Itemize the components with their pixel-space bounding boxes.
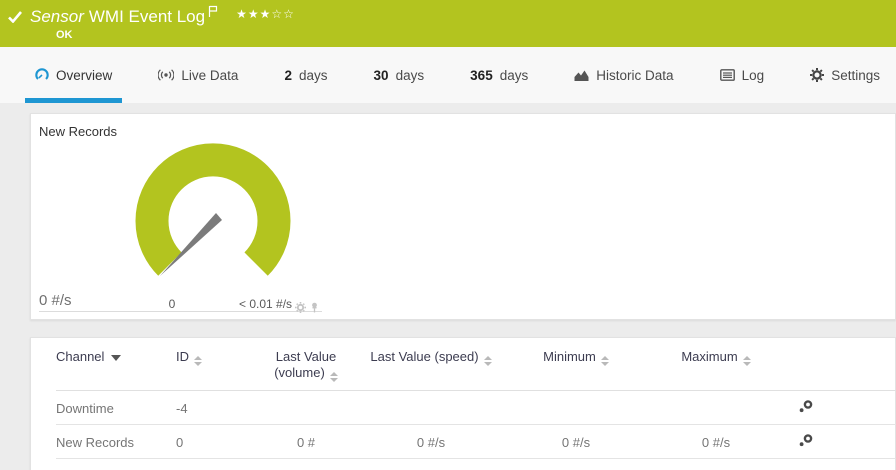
page-title: WMI Event Log [88, 7, 206, 26]
cell-last-value-volume [256, 390, 356, 425]
cell-channel[interactable]: Downtime [56, 390, 176, 425]
sort-both-icon [194, 356, 202, 366]
gauge-divider [39, 311, 322, 312]
live-signal-icon [158, 69, 175, 81]
overview-content: New Records 0 < 0.01 #/s 0 #/s Channel I… [0, 103, 896, 470]
cell-actions [786, 390, 896, 425]
tab-label: days [298, 67, 328, 83]
gauge-scale-max: < 0.01 #/s [239, 297, 293, 311]
gauge-pin-icon[interactable] [309, 300, 320, 318]
log-list-icon [719, 69, 735, 81]
tab-number: 2 [284, 67, 292, 83]
gauge-arc [135, 143, 291, 276]
header-last-value-speed[interactable]: Last Value (speed) [356, 338, 506, 391]
channel-table-panel: Channel ID Last Value (volume) Last Valu… [30, 337, 896, 470]
channel-settings-gears-icon[interactable] [798, 400, 814, 417]
cell-minimum: 0 #/s [506, 424, 646, 459]
tab-overview[interactable]: Overview [25, 47, 123, 103]
sort-desc-icon [111, 355, 122, 361]
stars-empty[interactable]: ☆☆ [271, 7, 295, 21]
channel-table: Channel ID Last Value (volume) Last Valu… [56, 338, 896, 459]
sensor-kicker: Sensor [30, 7, 84, 26]
sort-both-icon [329, 372, 338, 382]
header-maximum[interactable]: Maximum [646, 338, 786, 391]
cell-last-value-speed: 0 #/s [356, 424, 506, 459]
tab-label: Overview [56, 67, 113, 83]
tab-label: days [395, 67, 425, 83]
tab-log[interactable]: Log [710, 47, 775, 103]
tab-2-days[interactable]: 2 days [274, 47, 337, 103]
cell-last-value-volume: 0 # [256, 424, 356, 459]
gauge-chart [135, 143, 291, 276]
cell-actions [786, 424, 896, 459]
tab-historic-data[interactable]: Historic Data [564, 47, 683, 103]
cell-maximum [646, 390, 786, 425]
sort-both-icon [600, 356, 609, 366]
gauge-scale-min: 0 [168, 297, 176, 311]
status-badge: OK [56, 29, 73, 41]
cell-minimum [506, 390, 646, 425]
tab-label: Log [741, 67, 765, 83]
stars-filled[interactable]: ★★★ [236, 7, 271, 21]
header-id[interactable]: ID [176, 338, 256, 391]
tab-label: days [499, 67, 529, 83]
ok-check-icon [8, 10, 22, 28]
tab-number: 30 [373, 67, 389, 83]
cell-last-value-speed [356, 390, 506, 425]
gauge-current-value: 0 #/s [39, 292, 72, 309]
header-minimum[interactable]: Minimum [506, 338, 646, 391]
tab-label: Live Data [181, 67, 239, 83]
tab-label: Settings [831, 67, 881, 83]
cell-id: 0 [176, 424, 256, 459]
cell-id: -4 [176, 390, 256, 425]
header-last-value-volume[interactable]: Last Value (volume) [256, 338, 356, 391]
gauge-icon [35, 68, 49, 80]
priority-stars[interactable]: ★★★☆☆ [236, 6, 295, 22]
area-chart-icon [574, 70, 589, 81]
tab-settings[interactable]: Settings [800, 47, 890, 103]
table-row-downtime[interactable]: Downtime -4 [56, 390, 896, 425]
tab-bar: Overview Live Data 2 days 30 days 365 da… [0, 47, 896, 103]
tab-label: Historic Data [596, 67, 674, 83]
header-actions [786, 338, 896, 391]
sensor-status-banner: Sensor WMI Event Log ★★★☆☆ OK [0, 0, 896, 47]
sort-both-icon [742, 356, 751, 366]
gear-icon [810, 68, 825, 82]
header-channel[interactable]: Channel [56, 338, 176, 391]
tab-live-data[interactable]: Live Data [148, 47, 248, 103]
priority-flag-icon[interactable] [208, 5, 218, 23]
tab-365-days[interactable]: 365 days [460, 47, 538, 103]
cell-maximum: 0 #/s [646, 424, 786, 459]
tab-number: 365 [470, 67, 493, 83]
gauge-panel-new-records: New Records 0 < 0.01 #/s 0 #/s [30, 113, 896, 320]
tab-30-days[interactable]: 30 days [364, 47, 435, 103]
gauge-settings-gear-icon[interactable] [295, 300, 306, 318]
sort-both-icon [483, 356, 492, 366]
table-row-new-records[interactable]: New Records 0 0 # 0 #/s 0 #/s 0 #/s [56, 424, 896, 459]
channel-settings-gears-icon[interactable] [798, 434, 814, 451]
cell-channel[interactable]: New Records [56, 424, 176, 459]
table-header-row: Channel ID Last Value (volume) Last Valu… [56, 338, 896, 391]
